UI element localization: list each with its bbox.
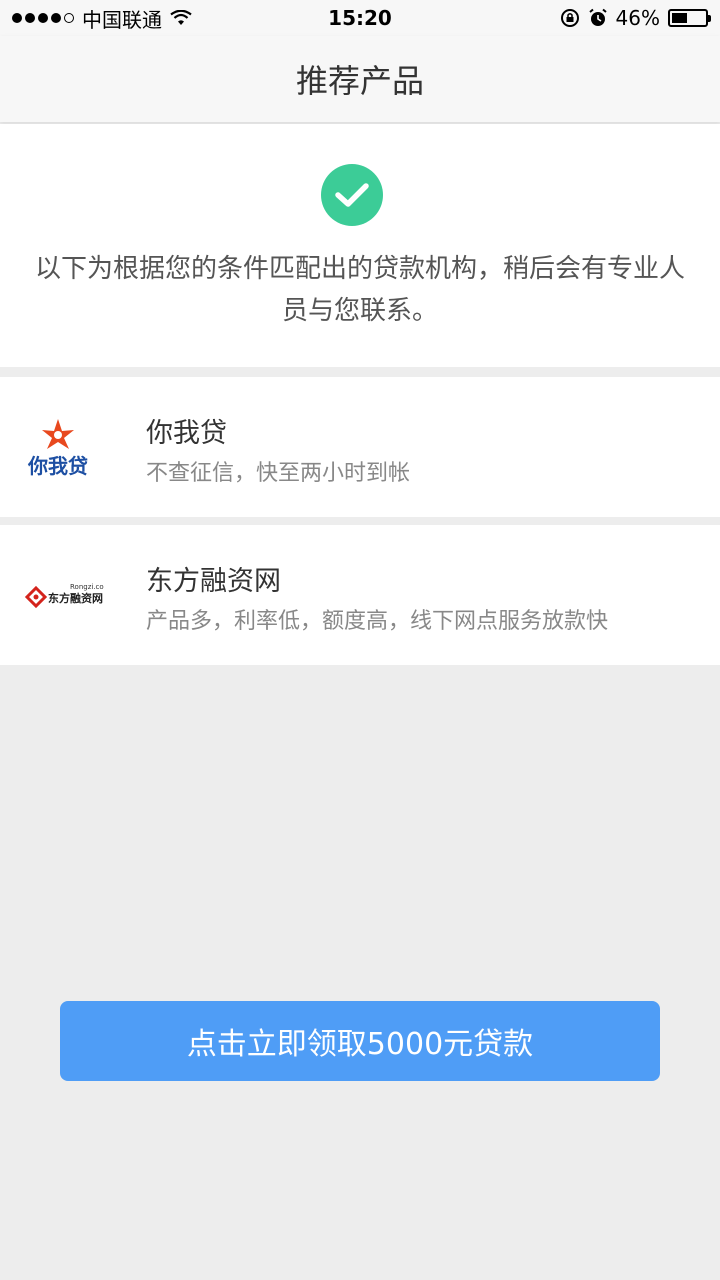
status-right: 46% [560, 6, 711, 30]
rotation-lock-icon [560, 9, 579, 27]
battery-icon [668, 9, 711, 27]
dongfang-logo: Rongzi.com 东方融资网 [24, 555, 104, 635]
page-title: 推荐产品 [295, 62, 424, 100]
product-item-dongfang[interactable]: Rongzi.com 东方融资网 东方融资网 产品多，利率低，额度高，线下网点服… [0, 525, 720, 665]
product-desc: 产品多，利率低，额度高，线下网点服务放款快 [146, 609, 609, 634]
result-message: 以下为根据您的条件匹配出的贷款机构，稍后会有专业人员与您联系。 [34, 254, 685, 326]
status-bar: 中国联通 15:20 46% [0, 0, 720, 36]
wifi-icon [170, 10, 192, 25]
signal-icon [12, 13, 74, 23]
alarm-icon [588, 8, 607, 26]
nav-bar: 推荐产品 [0, 36, 720, 122]
product-desc: 不查征信，快至两小时到帐 [146, 461, 411, 486]
product-name: 你我贷 [146, 418, 227, 449]
battery-fill [672, 13, 687, 23]
success-check-icon [321, 164, 383, 226]
status-left: 中国联通 [12, 4, 192, 33]
dongfang-logo-sub: Rongzi.com [70, 583, 104, 591]
dongfang-logo-text: 东方融资网 [48, 591, 103, 605]
battery-percent: 46% [615, 6, 660, 30]
carrier-label: 中国联通 [82, 7, 162, 32]
claim-loan-button[interactable]: 点击立即领取5000元贷款 [60, 1001, 660, 1081]
niwodai-logo: 你我贷 [24, 407, 104, 487]
niwodai-logo-text: 你我贷 [27, 454, 88, 478]
product-item-niwodai[interactable]: 你我贷 你我贷 不查征信，快至两小时到帐 [0, 377, 720, 517]
product-name: 东方融资网 [146, 566, 281, 597]
result-card: 以下为根据您的条件匹配出的贷款机构，稍后会有专业人员与您联系。 [0, 124, 720, 367]
